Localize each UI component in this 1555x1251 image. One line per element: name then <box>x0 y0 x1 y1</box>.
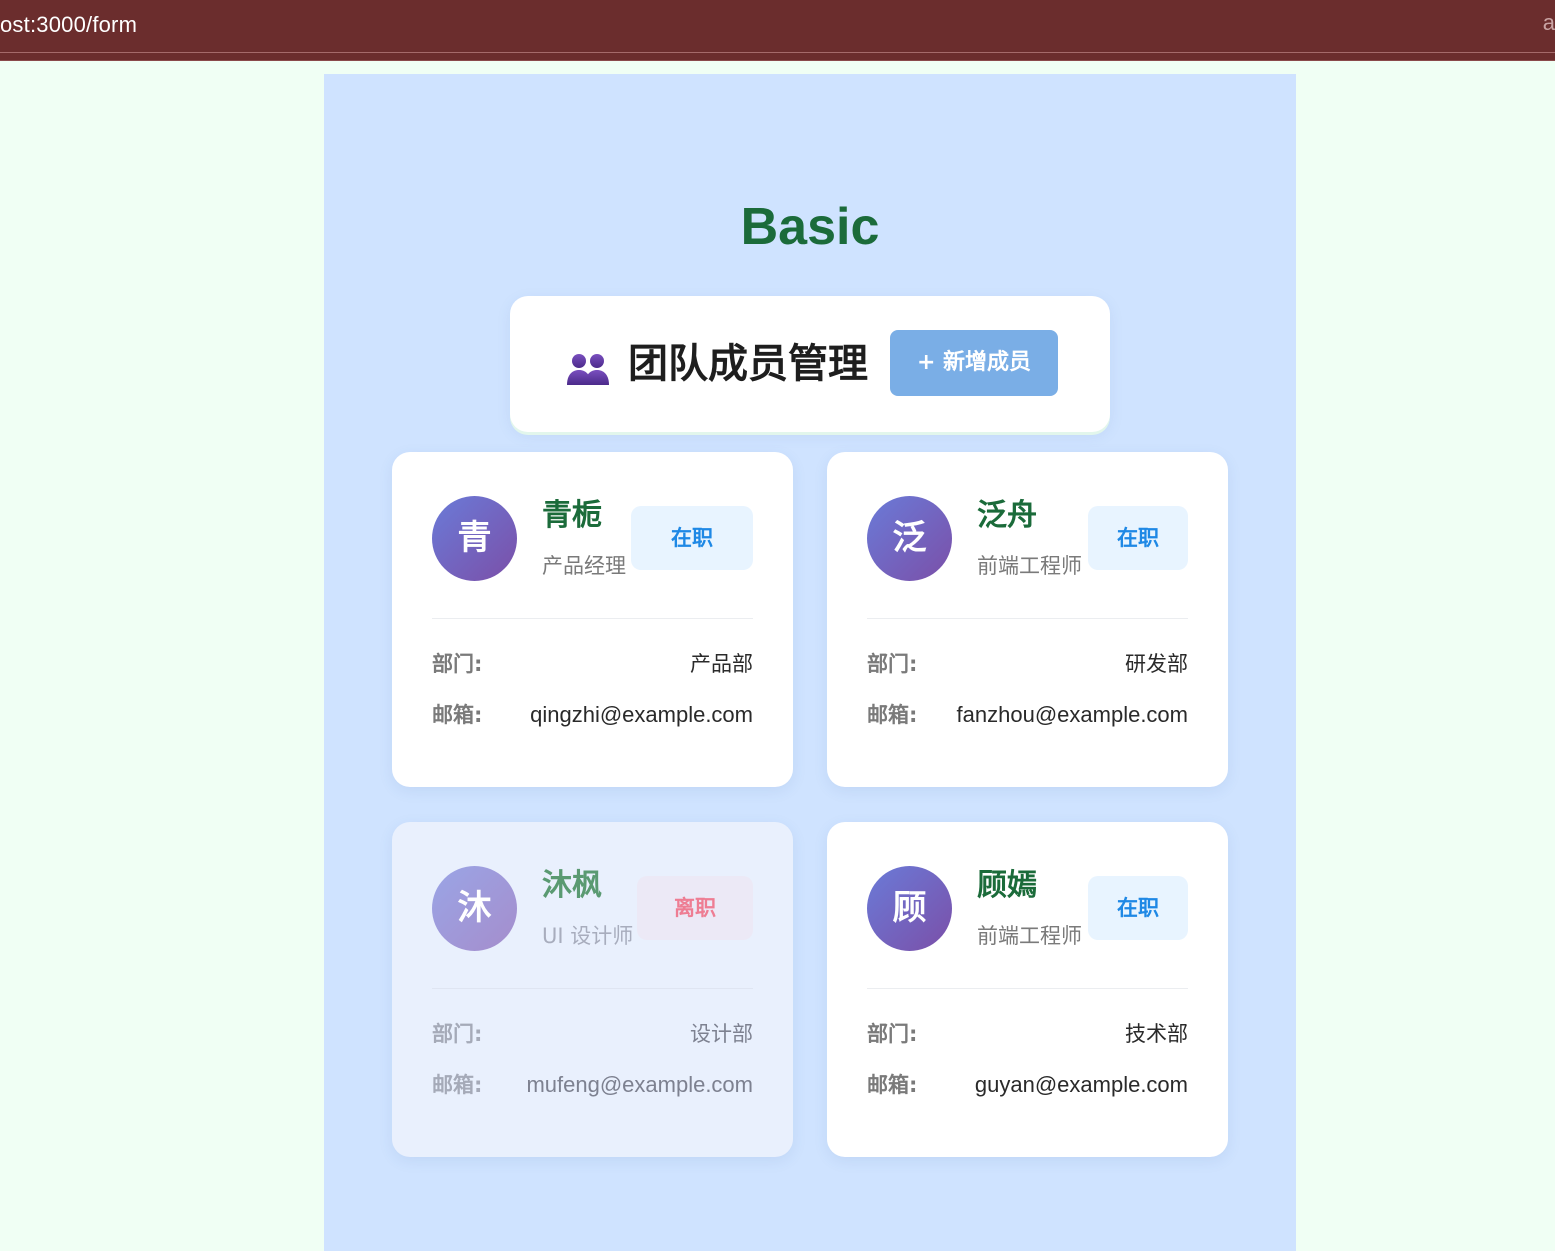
team-management-title: 团队成员管理 <box>628 341 868 387</box>
member-card-fanzhou[interactable]: 泛 泛舟 前端工程师 在职 部门: 研发部 邮箱: fanzhou@exampl… <box>827 452 1228 787</box>
card-divider <box>867 988 1188 989</box>
avatar: 沐 <box>432 866 517 951</box>
email-label: 邮箱: <box>432 703 483 727</box>
department-label: 部门: <box>432 652 483 676</box>
address-url[interactable]: ost:3000/form <box>0 12 137 38</box>
department-value: 技术部 <box>1125 1022 1188 1046</box>
department-row: 部门: 产品部 <box>432 647 753 681</box>
address-bar-divider <box>0 52 1555 53</box>
email-row: 邮箱: qingzhi@example.com <box>432 698 753 732</box>
avatar: 泛 <box>867 496 952 581</box>
browser-address-bar[interactable]: ost:3000/form a <box>0 0 1555 61</box>
member-role: 前端工程师 <box>977 554 1082 578</box>
status-badge: 在职 <box>631 506 753 570</box>
email-value: guyan@example.com <box>974 1072 1188 1097</box>
add-member-button[interactable]: + 新增成员 <box>890 330 1058 396</box>
address-bar-right-glyph: a <box>1542 10 1555 35</box>
department-label: 部门: <box>432 1022 483 1046</box>
department-value: 设计部 <box>690 1022 753 1046</box>
member-name: 泛舟 <box>977 498 1037 533</box>
member-name: 沐枫 <box>542 868 602 903</box>
email-value: mufeng@example.com <box>526 1072 753 1097</box>
email-label: 邮箱: <box>867 1073 918 1097</box>
email-row: 邮箱: guyan@example.com <box>867 1068 1188 1102</box>
department-value: 产品部 <box>690 652 753 676</box>
card-divider <box>432 618 753 619</box>
member-role: 产品经理 <box>542 554 626 578</box>
department-label: 部门: <box>867 652 918 676</box>
member-card-guyan[interactable]: 顾 顾嫣 前端工程师 在职 部门: 技术部 邮箱: guyan@example.… <box>827 822 1228 1157</box>
email-value: qingzhi@example.com <box>530 702 753 727</box>
member-name: 青栀 <box>542 498 602 533</box>
member-name: 顾嫣 <box>977 868 1037 903</box>
email-label: 邮箱: <box>867 703 918 727</box>
member-card-qingzhi[interactable]: 青 青栀 产品经理 在职 部门: 产品部 邮箱: qingzhi@example… <box>392 452 793 787</box>
department-value: 研发部 <box>1125 652 1188 676</box>
status-badge: 在职 <box>1088 506 1188 570</box>
member-role: UI 设计师 <box>542 924 634 948</box>
department-row: 部门: 设计部 <box>432 1017 753 1051</box>
status-badge: 离职 <box>637 876 753 940</box>
email-value: fanzhou@example.com <box>956 702 1188 727</box>
department-label: 部门: <box>867 1022 918 1046</box>
avatar: 青 <box>432 496 517 581</box>
member-card-mufeng[interactable]: 沐 沐枫 UI 设计师 离职 部门: 设计部 邮箱: mufeng@exampl… <box>392 822 793 1157</box>
department-row: 部门: 研发部 <box>867 647 1188 681</box>
member-role: 前端工程师 <box>977 924 1082 948</box>
avatar: 顾 <box>867 866 952 951</box>
card-divider <box>432 988 753 989</box>
team-header-card: 团队成员管理 + 新增成员 <box>510 296 1110 432</box>
email-row: 邮箱: fanzhou@example.com <box>867 698 1188 732</box>
card-divider <box>867 618 1188 619</box>
page-title: Basic <box>740 198 880 256</box>
status-badge: 在职 <box>1088 876 1188 940</box>
department-row: 部门: 技术部 <box>867 1017 1188 1051</box>
email-row: 邮箱: mufeng@example.com <box>432 1068 753 1102</box>
email-label: 邮箱: <box>432 1073 483 1097</box>
people-icon <box>567 354 609 385</box>
